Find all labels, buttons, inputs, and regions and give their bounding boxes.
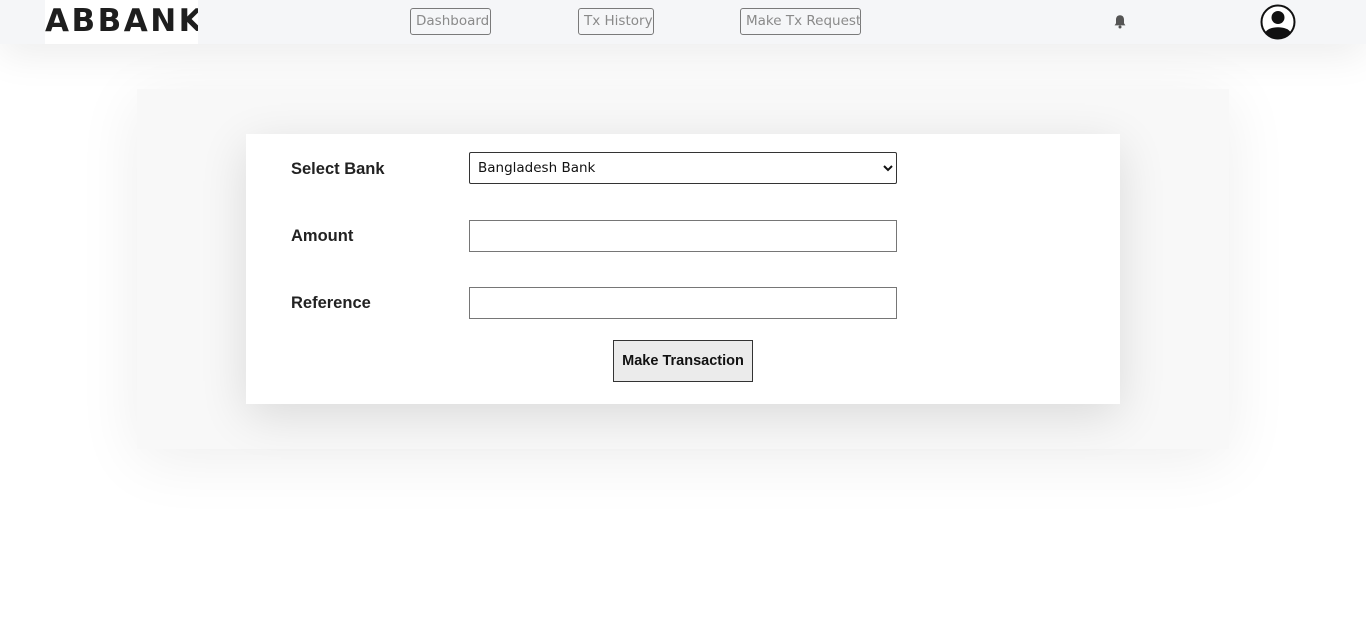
select-bank-label: Select Bank bbox=[291, 160, 385, 178]
reference-input[interactable] bbox=[469, 287, 897, 319]
transaction-form: Select Bank Bangladesh Bank Amount Refer… bbox=[246, 134, 1120, 404]
make-transaction-button[interactable]: Make Transaction bbox=[613, 340, 753, 382]
nav-tx-history-button[interactable]: Tx History bbox=[578, 8, 654, 35]
bank-select[interactable]: Bangladesh Bank bbox=[469, 152, 897, 184]
transaction-panel: Select Bank Bangladesh Bank Amount Refer… bbox=[137, 89, 1229, 449]
reference-label: Reference bbox=[291, 294, 371, 312]
bell-icon[interactable] bbox=[1113, 14, 1127, 29]
top-navbar: ABBANK Dashboard Tx History Make Tx Requ… bbox=[0, 0, 1366, 44]
amount-label: Amount bbox=[291, 227, 354, 245]
amount-input[interactable] bbox=[469, 220, 897, 252]
nav-dashboard-button[interactable]: Dashboard bbox=[410, 8, 491, 35]
user-avatar-icon[interactable] bbox=[1260, 4, 1296, 40]
brand-logo[interactable]: ABBANK bbox=[45, 0, 198, 44]
nav-make-tx-request-button[interactable]: Make Tx Request bbox=[740, 8, 861, 35]
